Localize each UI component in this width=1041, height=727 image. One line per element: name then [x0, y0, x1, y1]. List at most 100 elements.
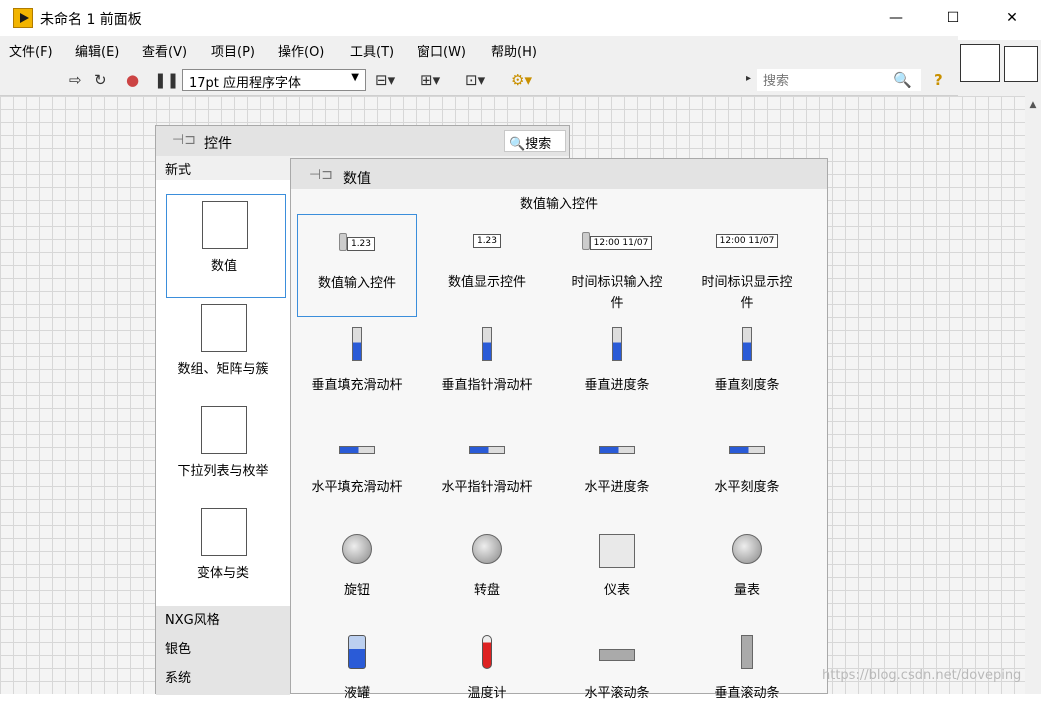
category-system[interactable]: 系统 — [165, 667, 191, 686]
timestamp-control-icon: 12:00 11/07 — [557, 232, 677, 250]
horizontal-pointer-slide-icon — [427, 443, 547, 458]
menu-project[interactable]: 项目(P) — [211, 41, 255, 60]
item-label: 水平指针滑动杆 — [441, 480, 533, 495]
numeric-indicator-item[interactable]: 1.23 数值显示控件 — [427, 214, 547, 316]
vertical-scrollbar[interactable]: ▲ — [1025, 96, 1041, 694]
vertical-scrollbar-item[interactable]: 垂直滚动条 — [687, 625, 807, 727]
menu-tools[interactable]: 工具(T) — [350, 41, 394, 60]
dial-icon — [427, 534, 547, 568]
align-objects-icon[interactable]: ⊟▾ — [375, 71, 395, 89]
vertical-progress-bar-icon — [557, 327, 677, 365]
search-icon[interactable]: 🔍 — [893, 71, 912, 89]
item-label: 水平刻度条 — [714, 480, 780, 495]
item-label: 水平填充滑动杆 — [311, 480, 403, 495]
menu-help[interactable]: 帮助(H) — [491, 41, 537, 60]
menu-file[interactable]: 文件(F) — [9, 41, 53, 60]
item-label: 数值输入控件 — [317, 276, 396, 291]
toolbar: ⇨ ↻ ● ❚❚ 17pt 应用程序字体 ▼ ⊟▾ ⊞▾ ⊡▾ ⚙▾ ▸ 🔍 ? — [0, 62, 958, 96]
scroll-up-icon[interactable]: ▲ — [1025, 100, 1041, 110]
menu-view[interactable]: 查看(V) — [142, 41, 187, 60]
resize-objects-icon[interactable]: ⊡▾ — [465, 71, 485, 89]
abort-icon[interactable]: ● — [126, 71, 139, 89]
category-array-matrix-cluster[interactable]: 数组、矩阵与簇 — [156, 300, 290, 400]
numeric-category-icon — [202, 201, 248, 249]
vertical-fill-slide-item[interactable]: 垂直填充滑动杆 — [297, 317, 417, 419]
horizontal-graduated-bar-item[interactable]: 水平刻度条 — [687, 419, 807, 521]
category-silver[interactable]: 银色 — [165, 638, 191, 657]
knob-item[interactable]: 旋钮 — [297, 522, 417, 624]
numeric-palette: ⊣⊐ 数值 数值输入控件 1.23 数值输入控件 1.23 数值显示控件 12:… — [290, 158, 828, 701]
horizontal-graduated-bar-icon — [687, 443, 807, 458]
run-arrow-icon[interactable]: ⇨ — [69, 71, 82, 89]
vertical-scrollbar-icon — [687, 635, 807, 673]
item-label: 量表 — [733, 583, 760, 598]
category-array-label: 数组、矩阵与簇 — [177, 362, 269, 377]
vertical-fill-slide-icon — [297, 327, 417, 365]
font-select[interactable]: 17pt 应用程序字体 ▼ — [182, 69, 366, 91]
vi-icon[interactable] — [1004, 46, 1038, 82]
numeric-palette-header: ⊣⊐ 数值 — [291, 159, 827, 189]
timestamp-control-item[interactable]: 12:00 11/07 时间标识输入控 件 — [557, 214, 677, 316]
timestamp-indicator-item[interactable]: 12:00 11/07 时间标识显示控 件 — [687, 214, 807, 316]
item-label: 时间标识显示控 件 — [701, 275, 793, 311]
ring-enum-category-icon — [201, 406, 247, 454]
close-button[interactable]: ✕ — [983, 0, 1041, 36]
section-modern[interactable]: 新式 — [165, 159, 191, 178]
connector-pane[interactable] — [958, 40, 1041, 96]
distribute-objects-icon[interactable]: ⊞▾ — [420, 71, 440, 89]
menu-bar: 文件(F) 编辑(E) 查看(V) 项目(P) 操作(O) 工具(T) 窗口(W… — [0, 36, 958, 62]
search-icon: 🔍 — [509, 137, 526, 152]
menu-edit[interactable]: 编辑(E) — [75, 41, 119, 60]
horizontal-scrollbar-icon — [557, 649, 677, 665]
connector-pane-icon[interactable] — [960, 44, 1000, 82]
thermometer-icon — [427, 635, 547, 673]
reorder-icon[interactable]: ⚙▾ — [511, 71, 532, 89]
gauge-icon — [687, 534, 807, 568]
item-label: 垂直刻度条 — [714, 378, 780, 393]
help-icon[interactable]: ? — [934, 71, 943, 89]
menu-operate[interactable]: 操作(O) — [278, 41, 324, 60]
pause-icon[interactable]: ❚❚ — [154, 71, 179, 89]
tank-icon — [297, 635, 417, 673]
horizontal-fill-slide-icon — [297, 443, 417, 458]
category-ring-enum[interactable]: 下拉列表与枚举 — [156, 402, 290, 502]
horizontal-pointer-slide-item[interactable]: 水平指针滑动杆 — [427, 419, 547, 521]
vertical-graduated-bar-item[interactable]: 垂直刻度条 — [687, 317, 807, 419]
vertical-progress-bar-item[interactable]: 垂直进度条 — [557, 317, 677, 419]
numeric-palette-title: 数值 — [343, 171, 371, 187]
vertical-pointer-slide-item[interactable]: 垂直指针滑动杆 — [427, 317, 547, 419]
meter-item[interactable]: 仪表 — [557, 522, 677, 624]
item-label: 垂直指针滑动杆 — [441, 378, 533, 393]
item-label: 旋钮 — [343, 583, 370, 598]
dial-item[interactable]: 转盘 — [427, 522, 547, 624]
title-bar: 未命名 1 前面板 — ☐ ✕ — [0, 0, 1041, 36]
minimize-button[interactable]: — — [867, 0, 925, 36]
palette-search-label: 搜索 — [525, 137, 552, 152]
tank-item[interactable]: 液罐 — [297, 625, 417, 727]
maximize-button[interactable]: ☐ — [924, 0, 982, 36]
thermometer-item[interactable]: 温度计 — [427, 625, 547, 727]
pin-icon[interactable]: ⊣⊐ — [172, 132, 196, 148]
horizontal-scrollbar-item[interactable]: 水平滚动条 — [557, 625, 677, 727]
category-numeric[interactable]: 数值 — [166, 194, 286, 298]
category-variant-class[interactable]: 变体与类 — [156, 504, 290, 604]
palette-search-button[interactable]: 🔍搜索 — [504, 130, 566, 152]
category-nxg[interactable]: NXG风格 — [165, 609, 220, 628]
menu-window[interactable]: 窗口(W) — [417, 41, 466, 60]
timestamp-indicator-icon: 12:00 11/07 — [687, 232, 807, 248]
item-label: 转盘 — [473, 583, 500, 598]
search-expand-icon[interactable]: ▸ — [746, 73, 751, 84]
horizontal-fill-slide-item[interactable]: 水平填充滑动杆 — [297, 419, 417, 521]
subsection-title: 数值输入控件 — [519, 197, 598, 212]
gauge-item[interactable]: 量表 — [687, 522, 807, 624]
meter-icon — [557, 534, 677, 572]
numeric-indicator-icon: 1.23 — [427, 232, 547, 248]
vertical-pointer-slide-icon — [427, 327, 547, 365]
horizontal-progress-bar-item[interactable]: 水平进度条 — [557, 419, 677, 521]
vertical-graduated-bar-icon — [687, 327, 807, 365]
pin-icon[interactable]: ⊣⊐ — [309, 167, 333, 183]
controls-palette-header: ⊣⊐ 控件 🔍搜索 — [156, 126, 569, 156]
numeric-control-item[interactable]: 1.23 数值输入控件 — [297, 214, 417, 317]
run-continuously-icon[interactable]: ↻ — [94, 71, 107, 89]
bottom-category-list: NXG风格 银色 系统 — [156, 606, 290, 695]
